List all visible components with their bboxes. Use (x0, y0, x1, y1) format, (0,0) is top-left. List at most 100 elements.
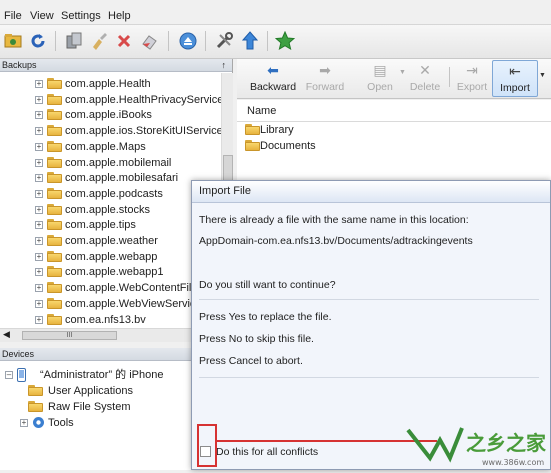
backup-item-label: com.apple.stocks (65, 203, 150, 216)
expand-icon[interactable]: + (35, 95, 43, 104)
folder-icon (47, 93, 62, 105)
gear-icon (32, 416, 45, 434)
expand-icon[interactable]: + (35, 127, 43, 136)
expand-icon[interactable]: + (35, 237, 43, 245)
expand-icon[interactable]: + (35, 315, 43, 324)
device-item-raw-file-system[interactable]: Raw File System (20, 399, 220, 415)
expand-icon[interactable]: + (35, 205, 43, 214)
column-header-name[interactable]: Name (237, 100, 551, 122)
backup-item[interactable]: + com.apple.stocks (0, 202, 220, 218)
pin-icon[interactable]: ↑ (222, 59, 227, 72)
copy-icon[interactable] (63, 30, 85, 52)
backup-item-label: com.apple.WebContentFilte (65, 282, 201, 295)
folder-icon (47, 203, 62, 215)
backup-item-label: com.apple.mobilemail (65, 156, 172, 169)
backup-item[interactable]: + com.apple.podcasts (0, 186, 220, 202)
backup-item[interactable]: + com.ea.nfs13.bv (0, 312, 220, 328)
all-conflicts-label[interactable]: Do this for all conflicts (216, 446, 318, 458)
scroll-grip: III (66, 332, 73, 339)
scrollbar-thumb[interactable]: III (22, 331, 117, 340)
device-item-user-applications[interactable]: User Applications (20, 383, 220, 399)
file-item-library[interactable]: Library (245, 122, 445, 138)
backups-header: Backups ↑ (0, 59, 232, 72)
expand-icon[interactable]: + (35, 221, 43, 230)
tools-icon[interactable] (213, 30, 235, 52)
backup-item-label: com.apple.weather (65, 235, 158, 247)
expand-icon[interactable]: + (35, 284, 43, 293)
menu-bar: File View Settings Help (0, 0, 551, 25)
backup-item-label: com.apple.WebViewService (65, 297, 202, 310)
scroll-left-icon[interactable]: ◀ (3, 329, 10, 340)
import-dropdown-icon[interactable]: ▼ (539, 72, 546, 79)
open-button[interactable]: ▤ Open (361, 60, 399, 97)
backup-item[interactable]: + com.apple.webapp1 (0, 264, 220, 280)
menu-view[interactable]: View (30, 10, 54, 22)
expand-icon[interactable]: + (20, 419, 28, 427)
delete-button[interactable]: ✕ Delete (405, 60, 445, 97)
backup-item[interactable]: + com.apple.ios.StoreKitUIService (0, 123, 221, 139)
backup-item-label: com.apple.webapp1 (65, 266, 164, 279)
toolbar-separator (267, 31, 268, 51)
expand-icon[interactable]: + (35, 268, 43, 277)
device-item-label: Tools (48, 417, 74, 429)
folder-icon (47, 313, 62, 325)
backup-item[interactable]: + com.apple.Maps (0, 139, 220, 155)
import-icon: ⇤ (509, 63, 521, 79)
menu-file[interactable]: File (4, 10, 22, 22)
forward-button[interactable]: ➡ Forward (301, 60, 349, 97)
backup-item[interactable]: + com.apple.webapp (0, 249, 220, 265)
import-button[interactable]: ⇤ Import (492, 60, 538, 97)
expand-icon[interactable]: + (35, 111, 43, 120)
svg-text:www.386w.com: www.386w.com (482, 458, 544, 467)
device-item-label: User Applications (48, 385, 133, 397)
export-button[interactable]: ⇥ Export (452, 60, 492, 97)
toolbar-separator (205, 31, 206, 51)
backup-item[interactable]: + com.apple.mobilesafari (0, 170, 220, 186)
backup-item[interactable]: + com.apple.WebViewService (0, 296, 220, 312)
backup-item[interactable]: + com.apple.HealthPrivacyService (0, 92, 221, 108)
watermark-logo: 之乡之家 www.386w.com (400, 420, 551, 470)
eject-icon[interactable] (177, 30, 199, 52)
toolbar-separator (55, 31, 56, 51)
erase-icon[interactable] (138, 30, 160, 52)
delete-icon[interactable] (113, 30, 135, 52)
expand-icon[interactable]: + (35, 142, 43, 151)
backup-item[interactable]: + com.apple.weather (0, 233, 220, 249)
folder-icon (47, 297, 62, 309)
upload-icon[interactable] (239, 30, 261, 52)
expand-icon[interactable]: + (35, 252, 43, 261)
expand-icon[interactable]: + (35, 174, 43, 183)
folder-icon (47, 219, 62, 231)
open-folder-icon[interactable] (3, 30, 25, 52)
file-item-label: Documents (260, 140, 316, 152)
device-name: “Administrator” 的 iPhone (40, 369, 164, 381)
backup-item[interactable]: + com.apple.WebContentFilte (0, 280, 220, 296)
dialog-title-bar[interactable]: Import File (192, 181, 550, 203)
device-item-tools[interactable]: + Tools (20, 415, 220, 431)
folder-icon (47, 125, 62, 137)
brush-icon[interactable] (88, 30, 110, 52)
backward-button[interactable]: ⬅ Backward (245, 60, 301, 97)
backup-item-label: com.apple.webapp (65, 250, 158, 263)
backup-item[interactable]: + com.apple.iBooks (0, 107, 220, 123)
backup-item-label: com.apple.podcasts (65, 187, 163, 200)
menu-help[interactable]: Help (108, 10, 131, 22)
expand-icon[interactable]: + (35, 299, 43, 308)
expand-icon[interactable]: + (35, 80, 43, 88)
dialog-divider (199, 377, 539, 378)
star-icon[interactable] (274, 30, 296, 52)
backup-item[interactable]: + com.apple.mobilemail (0, 155, 220, 171)
device-node[interactable]: – “Administrator” 的 iPhone (0, 367, 220, 383)
backup-item[interactable]: + com.apple.tips (0, 217, 220, 233)
expand-icon[interactable]: + (35, 189, 43, 198)
refresh-icon[interactable] (27, 30, 49, 52)
folder-icon (47, 187, 62, 199)
expand-icon[interactable]: + (35, 158, 43, 167)
menu-settings[interactable]: Settings (61, 10, 101, 22)
file-item-documents[interactable]: Documents (245, 138, 445, 154)
backup-item-label: com.apple.tips (65, 219, 136, 232)
backup-item[interactable]: + com.apple.Health (0, 76, 220, 92)
collapse-icon[interactable]: – (5, 371, 13, 379)
svg-text:之乡之家: 之乡之家 (466, 431, 547, 455)
toolbar-separator (449, 67, 450, 87)
